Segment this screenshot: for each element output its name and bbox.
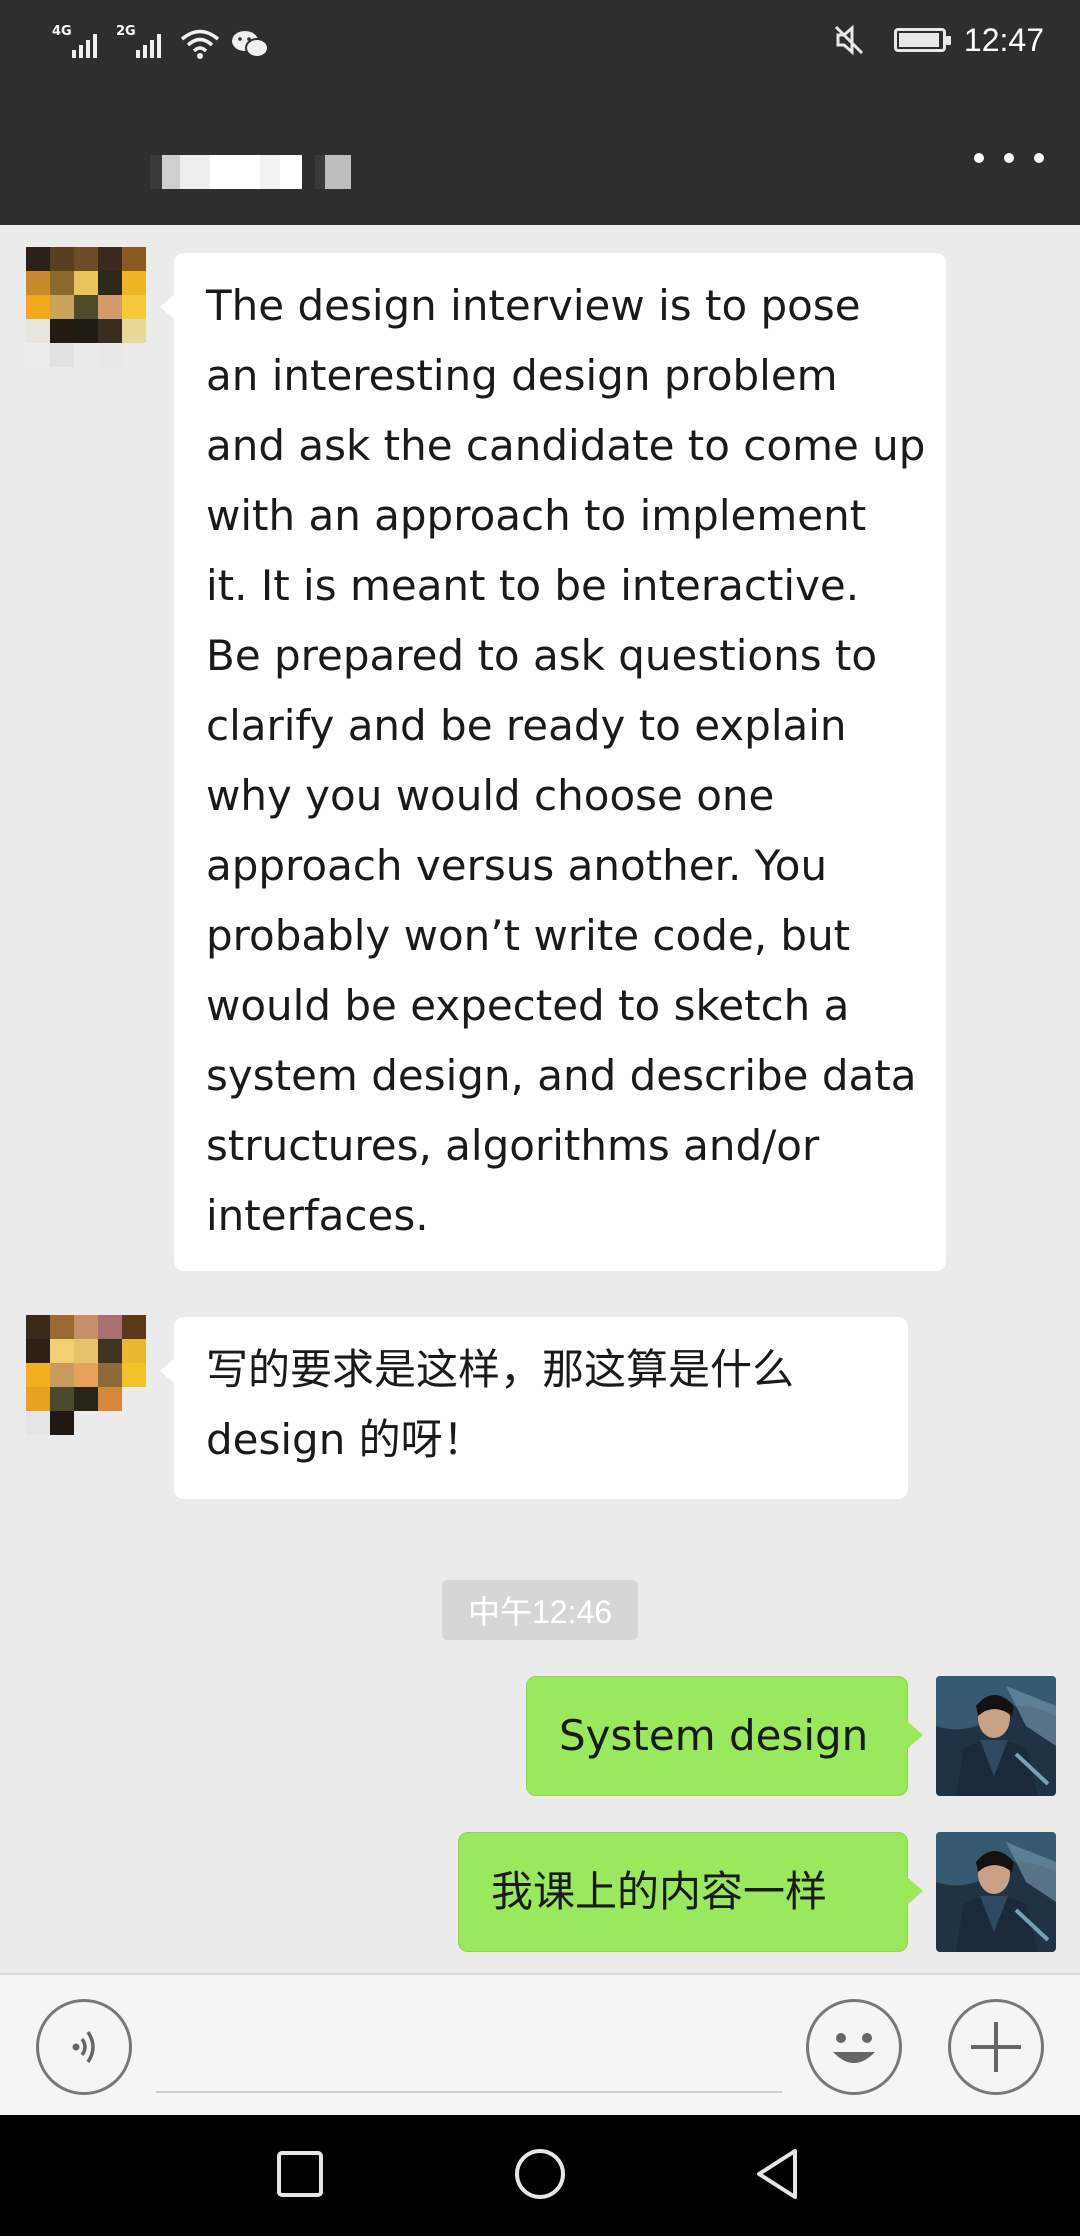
user-avatar[interactable] — [936, 1832, 1056, 1952]
more-options-button[interactable] — [974, 138, 1044, 178]
signal-1-label: 4G — [52, 24, 72, 39]
contact-avatar[interactable] — [26, 1315, 146, 1435]
outgoing-message[interactable]: System design — [526, 1676, 923, 1796]
timestamp: 中午12:46 — [442, 1580, 638, 1640]
message-text: System design — [559, 1711, 869, 1760]
voice-icon — [72, 2031, 95, 2063]
chat-title — [150, 155, 351, 189]
wifi-icon — [180, 29, 220, 59]
status-right: 12:47 — [832, 0, 1080, 80]
message-list[interactable]: The design interview is to pose an inter… — [0, 225, 1080, 1973]
message-text: 我课上的内容一样 — [491, 1867, 828, 1916]
chat-screen: 4G 2G 12:47 The design interview is to p… — [0, 0, 1080, 2236]
status-time: 12:47 — [963, 21, 1044, 58]
home-icon — [515, 2149, 565, 2199]
status-left: 4G 2G — [52, 20, 270, 60]
plus-icon — [971, 2022, 1021, 2072]
message-text: The design interview is to pose an inter… — [206, 281, 926, 1240]
emoji-button[interactable] — [806, 1999, 902, 2095]
plus-button[interactable] — [948, 1999, 1044, 2095]
emoji-icon — [833, 2033, 875, 2063]
battery-icon — [893, 28, 951, 52]
wechat-icon — [232, 31, 269, 58]
back-icon — [757, 2149, 797, 2199]
back-button[interactable] — [745, 2139, 815, 2209]
system-nav-bar — [0, 2115, 1080, 2236]
message-input[interactable] — [156, 2091, 782, 2093]
signal-2-icon: 2G — [116, 24, 170, 60]
contact-avatar[interactable] — [26, 247, 146, 367]
recent-apps-icon — [277, 2151, 323, 2197]
status-bar: 4G 2G 12:47 — [0, 0, 1080, 80]
home-button[interactable] — [505, 2139, 575, 2209]
input-bar — [0, 1973, 1080, 2115]
signal-1-icon: 4G — [52, 24, 106, 60]
chat-header — [0, 80, 1080, 225]
mute-icon — [834, 24, 863, 56]
user-avatar[interactable] — [936, 1676, 1056, 1796]
incoming-message[interactable]: 写的要求是这样，那这算是什么 design 的呀！ — [160, 1317, 908, 1499]
recent-apps-button[interactable] — [265, 2139, 335, 2209]
signal-2-label: 2G — [116, 24, 136, 39]
incoming-message[interactable]: The design interview is to pose an inter… — [160, 253, 946, 1271]
battery-fill — [898, 33, 939, 47]
message-text: 写的要求是这样，那这算是什么 design 的呀！ — [206, 1345, 795, 1464]
outgoing-message[interactable]: 我课上的内容一样 — [458, 1832, 923, 1952]
voice-button[interactable] — [36, 1999, 132, 2095]
